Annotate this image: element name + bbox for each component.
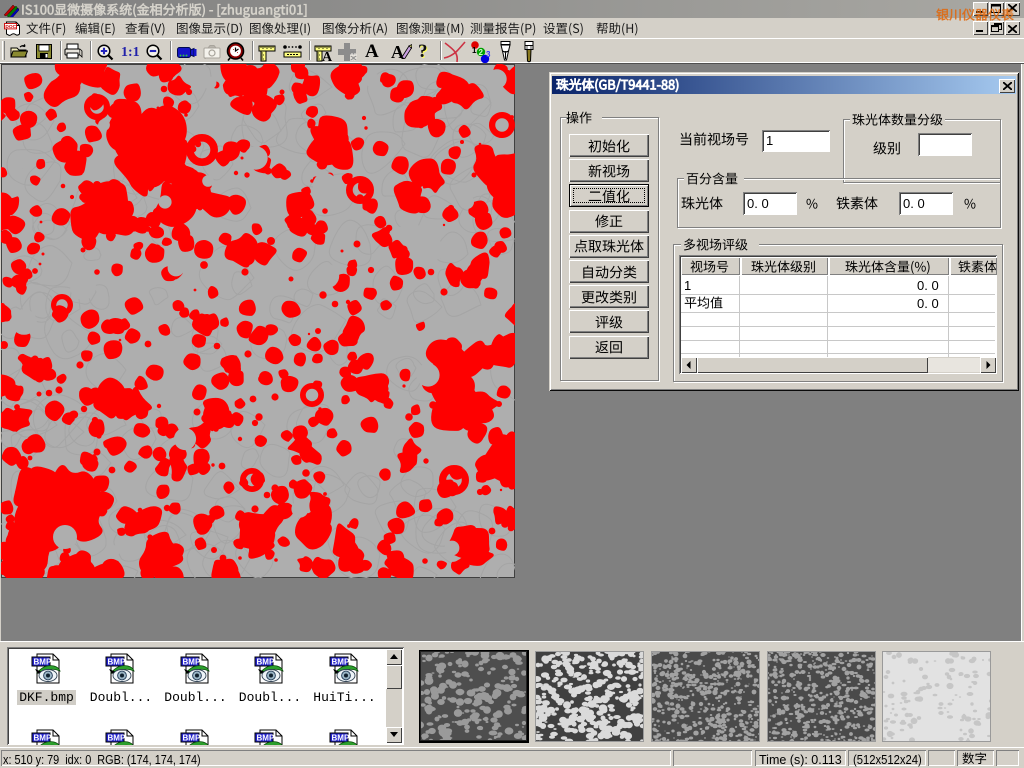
svg-text:BMP: BMP bbox=[108, 658, 126, 667]
svg-text:BMP: BMP bbox=[182, 734, 200, 743]
svg-text:BMP: BMP bbox=[331, 658, 349, 667]
svg-text:DOC: DOC bbox=[5, 24, 16, 30]
svg-text:BMP: BMP bbox=[331, 734, 349, 743]
svg-text:BMP: BMP bbox=[33, 658, 51, 667]
svg-text:2: 2 bbox=[479, 48, 484, 57]
svg-text:BMP: BMP bbox=[257, 658, 275, 667]
svg-text:BMP: BMP bbox=[257, 734, 275, 743]
svg-text:3: 3 bbox=[486, 50, 491, 59]
svg-text:BMP: BMP bbox=[33, 734, 51, 743]
svg-text:BMP: BMP bbox=[108, 734, 126, 743]
svg-text:A: A bbox=[322, 50, 333, 62]
svg-text:BMP: BMP bbox=[182, 658, 200, 667]
svg-text:1: 1 bbox=[472, 46, 477, 55]
